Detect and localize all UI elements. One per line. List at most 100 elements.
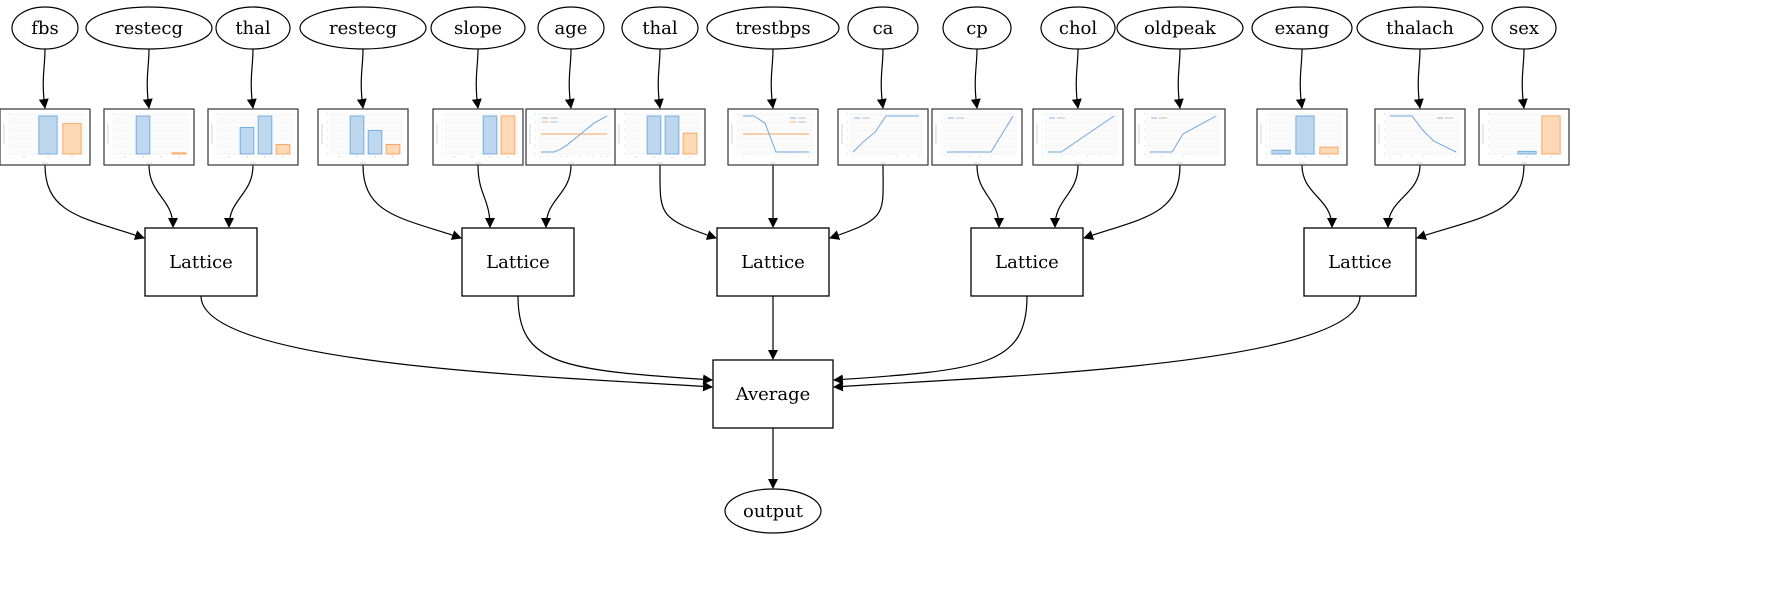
edge	[517, 295, 713, 385]
edge	[876, 48, 887, 109]
edge	[246, 48, 257, 109]
edge	[564, 48, 575, 109]
bar-missing	[1319, 146, 1339, 155]
calibrator-plot-restecg[interactable]	[317, 108, 409, 166]
lattice-node-4[interactable]: Lattice	[1303, 227, 1417, 297]
lattice-node-2[interactable]: Lattice	[716, 227, 830, 297]
calibrator-plot-trestbps[interactable]	[727, 108, 819, 166]
edge	[1383, 164, 1421, 228]
feature-label: fbs	[31, 18, 58, 39]
feature-node-chol[interactable]: chol	[1040, 6, 1116, 50]
feature-label: ca	[873, 18, 894, 39]
edge	[1413, 48, 1424, 109]
calibrator-plot-sex[interactable]	[1478, 108, 1570, 166]
bar-missing	[1541, 115, 1561, 155]
feature-label: restecg	[329, 18, 397, 39]
feature-node-thalach[interactable]: thalach	[1356, 6, 1484, 50]
edge	[976, 164, 1004, 228]
lattice-node-3[interactable]: Lattice	[970, 227, 1084, 297]
edge	[829, 164, 884, 240]
calibrator-plot-slope[interactable]	[432, 108, 524, 166]
edge	[766, 48, 777, 109]
feature-node-age[interactable]: age	[537, 6, 605, 50]
bar-1	[135, 115, 151, 155]
bar-missing	[171, 152, 187, 155]
edge	[1173, 48, 1184, 109]
feature-node-oldpeak[interactable]: oldpeak	[1116, 6, 1244, 50]
calibrator-plot-restecg[interactable]	[103, 108, 195, 166]
bar-fixed	[646, 115, 662, 155]
calibrator-plot-thalach[interactable]	[1374, 108, 1466, 166]
lattice-label: Lattice	[995, 252, 1059, 273]
edge	[833, 295, 1028, 385]
calibrator-plot-oldpeak[interactable]	[1134, 108, 1226, 166]
calibrator-plot-cp[interactable]	[931, 108, 1023, 166]
edge	[1295, 48, 1306, 109]
edge	[471, 48, 482, 109]
edge	[356, 48, 367, 109]
feature-node-fbs[interactable]: fbs	[11, 6, 79, 50]
calibrator-plot-thal[interactable]	[614, 108, 706, 166]
calibrator-plot-ca[interactable]	[837, 108, 929, 166]
edge	[1416, 164, 1525, 240]
feature-label: trestbps	[735, 18, 810, 39]
feature-label: oldpeak	[1144, 18, 1217, 39]
average-label: Average	[735, 384, 811, 405]
bar-fixed	[239, 126, 255, 155]
edge	[653, 48, 664, 109]
edge	[970, 48, 981, 109]
calibrator-plot-thal[interactable]	[207, 108, 299, 166]
calibrator-plot-fbs[interactable]	[0, 108, 91, 166]
feature-node-thal[interactable]: thal	[215, 6, 291, 50]
feature-node-thal[interactable]: thal	[621, 6, 699, 50]
feature-node-slope[interactable]: slope	[430, 6, 526, 50]
edge	[148, 164, 178, 228]
lattice-node-1[interactable]: Lattice	[461, 227, 575, 297]
edge	[833, 295, 1361, 392]
edge	[362, 164, 462, 240]
edge	[44, 164, 145, 240]
plot-area	[943, 113, 1017, 155]
output-label: output	[743, 501, 804, 522]
feature-node-restecg[interactable]: restecg	[85, 6, 213, 50]
edge	[142, 48, 153, 109]
bar-1	[1517, 150, 1537, 155]
feature-node-cp[interactable]: cp	[942, 6, 1012, 50]
feature-label: cp	[966, 18, 988, 39]
feature-label: chol	[1059, 18, 1098, 39]
feature-node-exang[interactable]: exang	[1251, 6, 1353, 50]
plot-area	[1044, 113, 1118, 155]
lattice-node-0[interactable]: Lattice	[144, 227, 258, 297]
model-graph: fbs restecg thal restecg slope age thal trestbp…	[0, 6, 1570, 534]
edge	[38, 48, 49, 109]
plot-area	[115, 113, 189, 155]
lattice-label: Lattice	[741, 252, 805, 273]
lattice-label: Lattice	[486, 252, 550, 273]
output-node[interactable]: output	[724, 488, 822, 534]
average-node[interactable]: Average	[712, 359, 834, 429]
bar-1	[38, 115, 58, 155]
bar-missing	[385, 144, 401, 155]
feature-node-trestbps[interactable]: trestbps	[706, 6, 840, 50]
lattice-label: Lattice	[169, 252, 233, 273]
feature-label: thal	[235, 18, 271, 39]
feature-node-sex[interactable]: sex	[1491, 6, 1557, 50]
calibrator-plot-exang[interactable]	[1256, 108, 1348, 166]
calibrator-plot-age[interactable]	[525, 108, 617, 166]
bar-reversible	[257, 115, 273, 155]
bar-2	[482, 115, 498, 155]
lattice-label: Lattice	[1328, 252, 1392, 273]
edge	[224, 164, 254, 228]
feature-node-ca[interactable]: ca	[847, 6, 919, 50]
bar-missing	[500, 115, 516, 155]
feature-label: thalach	[1386, 18, 1454, 39]
bar-reversible	[664, 115, 680, 155]
plot-area	[849, 113, 923, 155]
feature-label: slope	[454, 18, 502, 39]
edge	[541, 164, 572, 228]
feature-label: exang	[1275, 18, 1330, 39]
feature-label: restecg	[115, 18, 183, 39]
bar-missing	[682, 132, 698, 155]
feature-node-restecg[interactable]: restecg	[299, 6, 427, 50]
calibrator-plot-chol[interactable]	[1032, 108, 1124, 166]
